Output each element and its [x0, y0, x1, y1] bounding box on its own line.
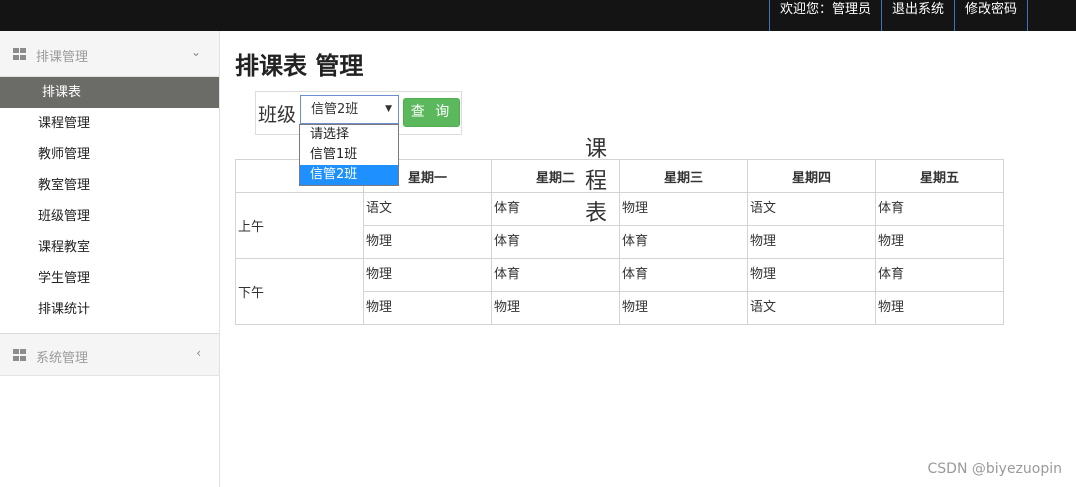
sidebar-item-classrooms[interactable]: 教室管理 [0, 170, 219, 201]
class-select-value: 信管2班 [311, 102, 359, 117]
class-dropdown: 请选择 信管1班 信管2班 [299, 124, 399, 186]
table-cell: 体育 [491, 225, 620, 259]
table-cell: 物理 [363, 225, 492, 259]
sidebar-item-teachers[interactable]: 教师管理 [0, 139, 219, 170]
header-cell: 星期四 [747, 159, 876, 193]
table-cell: 物理 [619, 291, 748, 325]
chevron-down-icon: ⌄ [190, 45, 201, 59]
table-cell: 体育 [491, 192, 620, 226]
submenu-scheduling: 排课表 课程管理 教师管理 教室管理 班级管理 课程教室 学生管理 排课统计 [0, 77, 219, 325]
class-label: 班级 [258, 104, 297, 126]
logout-link[interactable]: 退出系统 [880, 0, 954, 31]
table-cell: 体育 [491, 258, 620, 292]
table-cell: 体育 [619, 225, 748, 259]
table-cell: 语文 [363, 192, 492, 226]
grid-icon [13, 48, 26, 60]
sidebar-item-statistics[interactable]: 排课统计 [0, 294, 219, 325]
table-cell: 语文 [747, 192, 876, 226]
header-cell: 星期五 [875, 159, 1004, 193]
period-cell: 上午 [235, 192, 364, 259]
table-cell: 物理 [875, 225, 1004, 259]
menu-group-label: 排课管理 [36, 50, 89, 65]
table-cell: 体育 [619, 258, 748, 292]
sidebar-item-schedule[interactable]: 排课表 [0, 77, 219, 108]
sidebar: 排课管理 ⌄ 排课表 课程管理 教师管理 教室管理 班级管理 课程教室 学生管理… [0, 31, 220, 487]
table-row: 上午 语文 体育 物理 语文 体育 [235, 192, 1004, 259]
table-cell: 物理 [875, 291, 1004, 325]
dropdown-option[interactable]: 请选择 [300, 125, 398, 145]
table-cell: 物理 [619, 192, 748, 226]
sidebar-item-students[interactable]: 学生管理 [0, 263, 219, 294]
grid-icon [13, 349, 26, 361]
sidebar-item-courses[interactable]: 课程管理 [0, 108, 219, 139]
menu-group-label: 系统管理 [36, 351, 89, 366]
welcome-user-link[interactable]: 欢迎您：管理员 [768, 0, 881, 31]
menu-group-system[interactable]: 系统管理 ‹ [0, 333, 219, 376]
class-select[interactable]: 信管2班 ▼ [300, 95, 399, 124]
table-cell: 体育 [875, 192, 1004, 226]
query-button[interactable]: 查 询 [403, 98, 460, 127]
table-row: 下午 物理 体育 体育 物理 体育 [235, 258, 1004, 325]
top-links: 欢迎您：管理员 退出系统 修改密码 [768, 0, 1028, 31]
caret-down-icon: ▼ [385, 104, 392, 114]
chevron-left-icon: ‹ [196, 346, 201, 360]
menu-group-scheduling[interactable]: 排课管理 ⌄ [0, 31, 219, 77]
table-cell: 物理 [747, 258, 876, 292]
table-cell: 物理 [363, 291, 492, 325]
table-cell: 物理 [363, 258, 492, 292]
top-bar: 欢迎您：管理员 退出系统 修改密码 [0, 0, 1076, 31]
dropdown-option-selected[interactable]: 信管2班 [300, 165, 398, 185]
header-cell: 星期二 [491, 159, 620, 193]
table-cell: 语文 [747, 291, 876, 325]
period-cell: 下午 [235, 258, 364, 325]
sidebar-item-course-rooms[interactable]: 课程教室 [0, 232, 219, 263]
header-cell: 星期三 [619, 159, 748, 193]
change-password-link[interactable]: 修改密码 [953, 0, 1028, 31]
table-cell: 物理 [491, 291, 620, 325]
sidebar-item-classes[interactable]: 班级管理 [0, 201, 219, 232]
dropdown-option[interactable]: 信管1班 [300, 145, 398, 165]
page-title: 排课表 管理 [235, 52, 364, 80]
watermark: CSDN @biyezuopin [927, 461, 1062, 477]
table-cell: 物理 [747, 225, 876, 259]
table-cell: 体育 [875, 258, 1004, 292]
